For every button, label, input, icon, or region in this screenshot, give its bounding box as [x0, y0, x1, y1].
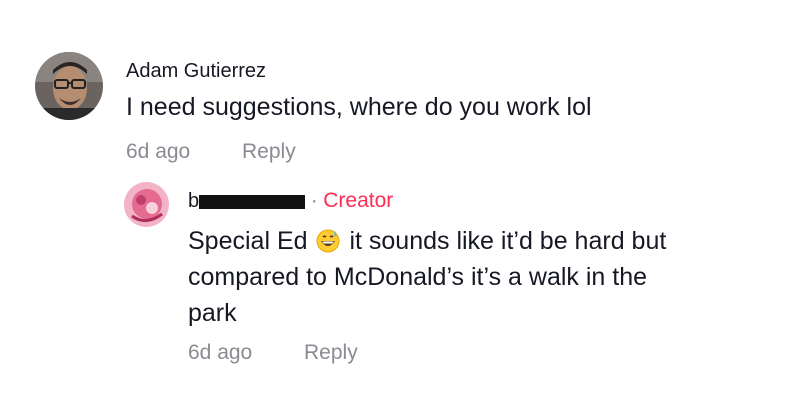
reply-reply-button[interactable]: Reply: [304, 341, 358, 365]
creator-badge: Creator: [323, 189, 394, 212]
reply-text-start: Special Ed: [188, 227, 308, 255]
grinning-sweat-emoji-icon: [316, 229, 340, 253]
reply-author[interactable]: b: [188, 190, 199, 212]
reply-text-line-3: park: [188, 299, 237, 327]
comment-author[interactable]: Adam Gutierrez: [126, 60, 266, 83]
reply-text-line-2: compared to McDonald’s it’s a walk in th…: [188, 263, 648, 291]
redaction-bar: [199, 194, 306, 209]
comment-text: I need suggestions, where do you work lo…: [126, 93, 592, 121]
reply-text-rest: it sounds like it’d be hard but: [349, 227, 667, 255]
reply-timestamp: 6d ago: [188, 341, 253, 364]
separator-dot: ·: [310, 189, 318, 212]
creator-photo-icon: [124, 182, 169, 227]
reply-text-line-1: Special Ed it sounds like it’d be hard b…: [188, 223, 768, 259]
reply-author-line: b · Creator: [188, 189, 393, 213]
reply-text: Special Ed it sounds like it’d be hard b…: [188, 223, 768, 331]
comment-reply-button[interactable]: Reply: [242, 140, 296, 164]
comment-timestamp: 6d ago: [126, 140, 191, 163]
user-photo-icon: [35, 52, 103, 120]
avatar-adam[interactable]: [35, 52, 103, 120]
avatar-creator[interactable]: [124, 182, 169, 227]
